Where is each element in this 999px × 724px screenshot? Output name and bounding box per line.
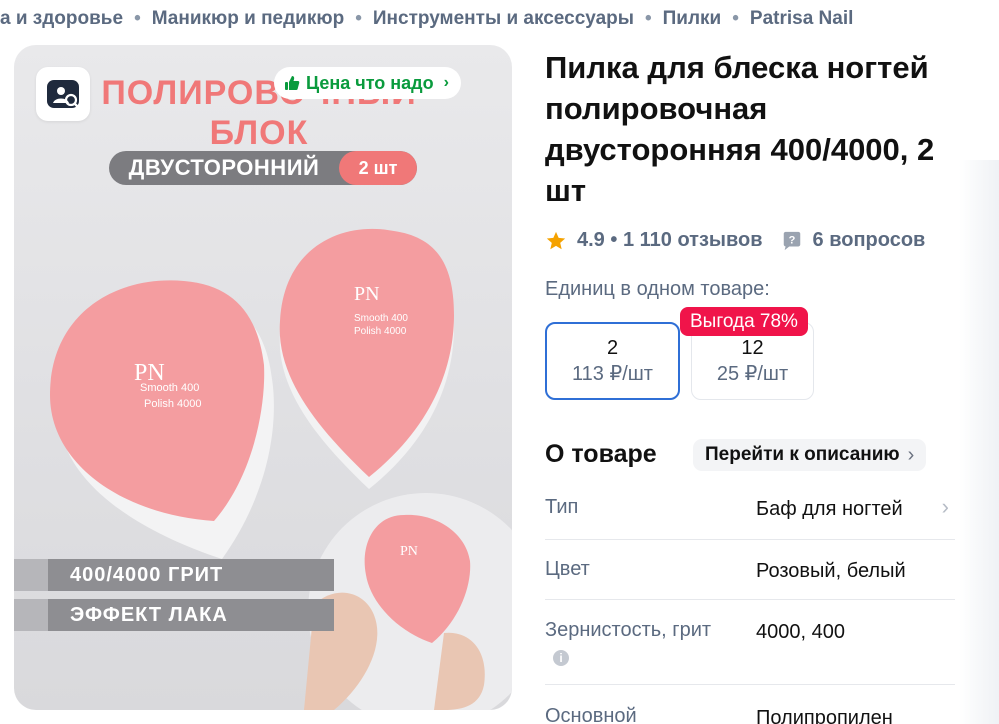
promo-double-sided-pill: ДВУСТОРОННИЙ 2 шт	[109, 151, 417, 185]
rating-row: 4.9 • 1 110 отзывов ? 6 вопросов	[545, 229, 925, 252]
about-title: О товаре	[545, 440, 657, 468]
unit-count: 2	[606, 337, 619, 359]
product-image[interactable]: PN Smooth 400 Polish 4000 PN Smooth 400 …	[14, 45, 512, 710]
breadcrumb-separator: •	[732, 8, 739, 29]
unit-price: 25 ₽/шт	[716, 363, 789, 385]
price-badge-label: Цена что надо	[306, 72, 434, 93]
promo-band-grit: 400/4000 ГРИТ	[14, 559, 334, 591]
spec-key: Основной	[545, 705, 637, 724]
inset-hand-photo: PN	[304, 493, 512, 710]
promo-band-effect: ЭФФЕКТ ЛАКА	[14, 599, 334, 631]
unit-price: 113 ₽/шт	[572, 363, 653, 385]
buffer-front: PN Smooth 400 Polish 4000	[50, 280, 274, 559]
star-icon	[546, 231, 566, 249]
spec-key: Тип	[545, 496, 579, 518]
units-label: Единиц в одном товаре:	[545, 278, 770, 300]
breadcrumb-separator: •	[134, 8, 141, 29]
spec-key: Цвет	[545, 558, 590, 580]
spec-value: Баф для ногтей	[756, 498, 903, 520]
spec-key-text: Зернистость, грит	[545, 619, 712, 641]
price-badge[interactable]: Цена что надо ›	[274, 67, 461, 99]
buffer-brand-logo: PN	[354, 283, 380, 305]
spec-row-type[interactable]: Тип Баф для ногтей ›	[545, 494, 955, 540]
buffer-text-line2: Polish 4000	[354, 326, 407, 337]
breadcrumb-item-brand[interactable]: Patrisa Nail	[750, 8, 854, 30]
promo-band-effect-text: ЭФФЕКТ ЛАКА	[70, 603, 228, 626]
buffer-back: PN Smooth 400 Polish 4000	[279, 228, 454, 489]
discount-badge: Выгода 78%	[680, 307, 808, 336]
product-title: Пилка для блеска ногтей полировочная дву…	[545, 50, 935, 208]
question-icon: ?	[783, 231, 800, 250]
spec-value: Розовый, белый	[756, 560, 906, 582]
spec-row-grit: Зернистость, грит i 4000, 400	[545, 617, 955, 685]
info-icon[interactable]: i	[553, 650, 569, 666]
thumbs-up-icon	[285, 76, 300, 90]
breadcrumb-separator: •	[355, 8, 362, 29]
spec-key: Зернистость, грит i	[545, 617, 745, 669]
goto-description-label: Перейти к описанию	[705, 444, 900, 465]
unit-count: 12	[741, 337, 764, 359]
chevron-right-icon: ›	[443, 74, 449, 91]
breadcrumb-item[interactable]: Пилки	[663, 8, 722, 30]
rating-value[interactable]: 4.9	[577, 229, 605, 252]
spec-value: 4000, 400	[756, 621, 845, 643]
goto-description-button[interactable]: Перейти к описанию ›	[693, 439, 927, 471]
buffer-text-line1: Smooth 400	[140, 382, 199, 394]
spec-row-material: Основной Полипропилен	[545, 703, 955, 724]
buffer-brand-logo: PN	[400, 544, 418, 559]
breadcrumb-separator: •	[644, 8, 652, 29]
questions-link[interactable]: 6 вопросов	[813, 229, 926, 252]
reviews-link[interactable]: 1 110 отзывов	[623, 229, 763, 252]
chevron-right-icon: ›	[907, 443, 915, 466]
buffer-text-line1: Smooth 400	[354, 313, 408, 324]
breadcrumb-item[interactable]: а и здоровье	[0, 8, 123, 30]
promo-pill-text: ДВУСТОРОННИЙ	[128, 155, 320, 180]
promo-band-tab	[14, 559, 48, 591]
rating-dot: •	[604, 229, 623, 251]
spec-value: Полипропилен	[756, 707, 893, 724]
chevron-right-icon: ›	[941, 494, 949, 519]
promo-heading-line2: БЛОК	[209, 114, 309, 152]
unit-option-selected[interactable]: 2 113 ₽/шт	[545, 322, 680, 400]
spec-row-color: Цвет Розовый, белый	[545, 556, 955, 600]
promo-pill-count: 2 шт	[339, 151, 417, 185]
svg-text:?: ?	[788, 234, 795, 246]
promo-band-tab	[14, 599, 48, 631]
promo-band-grit-text: 400/4000 ГРИТ	[70, 563, 224, 586]
side-panel-edge	[959, 160, 999, 724]
buffer-text-line2: Polish 4000	[144, 398, 202, 410]
breadcrumb-item[interactable]: Инструменты и аксессуары	[373, 8, 634, 30]
breadcrumb-item[interactable]: Маникюр и педикюр	[152, 8, 345, 30]
breadcrumb: а и здоровье • Маникюр и педикюр • Инструмен…	[0, 8, 999, 30]
